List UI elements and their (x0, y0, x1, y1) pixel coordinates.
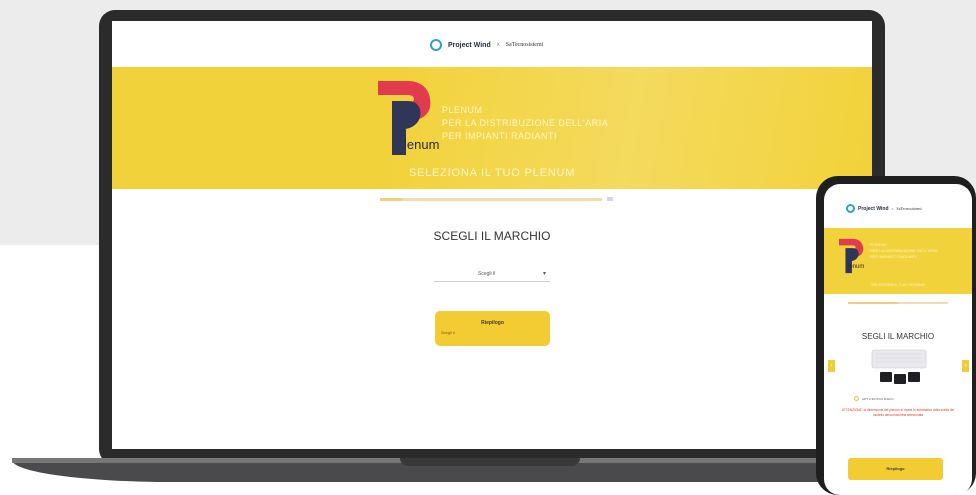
mobile-progress-fill (848, 302, 898, 304)
hero-line-3: PER IMPIANTI RADIANTI (442, 131, 558, 141)
hero-line-1: PLENUM (442, 105, 483, 115)
mobile-next-button-label: Riepilogo (886, 466, 905, 471)
step-title: SCEGLI IL MARCHIO (433, 229, 551, 243)
phone-screen: Project Wind x SaTecnosistemi lenum PLEN… (824, 184, 972, 495)
hero-cta: SELEZIONA IL TUO PLENUM (408, 167, 576, 179)
brand-select-value: Scegli il (478, 271, 496, 277)
next-button-label: Riepilogo (481, 320, 504, 326)
model-option[interactable]: ioPT 2.3/2.5/3.0 R-ECO (854, 396, 894, 401)
site-header: Project Wind x SaTecnosistemi (112, 21, 872, 67)
mobile-hero-line-2: PER LA DISTRIBUZIONE DELL'ARIA (870, 248, 938, 253)
progress-fill (380, 198, 403, 201)
product-image (871, 349, 927, 384)
mobile-next-button[interactable]: Riepilogo (848, 458, 943, 480)
model-option-label: ioPT 2.3/2.5/3.0 R-ECO (862, 396, 894, 401)
project-wind-logo-icon (430, 39, 442, 51)
project-wind-logo-icon (846, 204, 855, 213)
header-logo[interactable]: Project Wind x SaTecnosistemi (430, 38, 543, 52)
mobile-hero-line-1: PLENUM (870, 242, 887, 247)
laptop-screen: Project Wind x SaTecnosistemi lenum PLEN… (112, 21, 872, 449)
mobile-plenum-logo-text: lenum (848, 264, 865, 270)
chevron-left-icon[interactable]: ‹ (828, 360, 835, 372)
progress-bar (380, 198, 602, 201)
mobile-hero-banner: lenum PLENUM PER LA DISTRIBUZIONE DELL'A… (824, 228, 972, 294)
plenum-logo-text: lenum (404, 137, 440, 152)
progress-end-marker (607, 197, 613, 201)
chevron-down-icon: ▾ (542, 271, 546, 277)
partner-name: SaTecnosistemi (505, 42, 544, 48)
chevron-right-icon[interactable]: › (962, 360, 969, 372)
mobile-partner-name: SaTecnosistemi (896, 206, 922, 211)
mobile-step-title: SEGLI IL MARCHIO (861, 332, 935, 341)
next-button-sublabel: Scegli il (441, 330, 455, 335)
warning-text: ATTENZIONE: la dimensione del plenum si … (841, 408, 955, 417)
mobile-logo-separator: x (891, 206, 894, 211)
next-button[interactable]: Riepilogo Scegli il (435, 311, 550, 346)
radio-icon (854, 396, 859, 401)
hero-banner: lenum PLENUM PER LA DISTRIBUZIONE DELL'A… (112, 67, 872, 189)
mobile-hero-line-3: PER IMPIANTI RADIANTI (870, 254, 917, 259)
mobile-progress-bar (848, 302, 948, 304)
mobile-hero-cta: SELEZIONA IL TUO PLENUM (871, 282, 925, 287)
laptop-notch (400, 458, 580, 466)
hero-line-2: PER LA DISTRIBUZIONE DELL'ARIA (442, 118, 609, 128)
mobile-brand-name: Project Wind (858, 205, 889, 212)
mobile-header-logo[interactable]: Project Wind x SaTecnosistemi (846, 204, 922, 213)
brand-select[interactable]: Scegli il ▾ (434, 269, 550, 282)
brand-name: Project Wind (448, 41, 491, 49)
logo-separator: x (496, 42, 500, 48)
